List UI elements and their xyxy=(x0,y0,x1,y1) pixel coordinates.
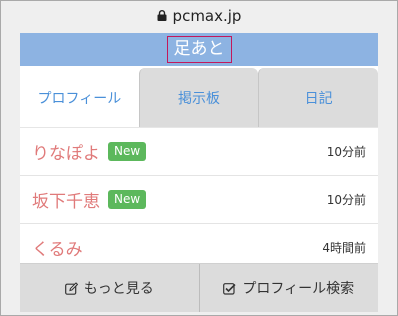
checkbox-icon xyxy=(223,282,236,295)
page-title: 足あと xyxy=(166,36,232,63)
list-item[interactable]: りなぽよ New 10分前 xyxy=(20,128,378,176)
visit-time: 4時間前 xyxy=(322,241,366,255)
tab-bulletin-board[interactable]: 掲示板 xyxy=(138,68,259,127)
visit-time: 10分前 xyxy=(326,193,366,207)
see-more-label: もっと見る xyxy=(83,281,154,297)
see-more-button[interactable]: もっと見る xyxy=(20,264,199,312)
footprints-panel: 足あと プロフィール 掲示板 日記 りなぽよ New 10分前 坂下千恵 New… xyxy=(20,33,378,312)
new-badge: New xyxy=(108,190,147,209)
address-bar[interactable]: pcmax.jp xyxy=(1,1,397,31)
tab-bar: プロフィール 掲示板 日記 xyxy=(20,66,378,128)
list-item[interactable]: 坂下千恵 New 10分前 xyxy=(20,176,378,224)
footer-actions: もっと見る プロフィール検索 xyxy=(20,263,378,312)
visitor-name[interactable]: くるみ xyxy=(32,235,83,260)
profile-search-label: プロフィール検索 xyxy=(242,281,355,297)
profile-search-button[interactable]: プロフィール検索 xyxy=(198,264,379,312)
visitor-list: りなぽよ New 10分前 坂下千恵 New 10分前 くるみ 4時間前 xyxy=(20,128,378,272)
url-text: pcmax.jp xyxy=(172,7,242,25)
visitor-name[interactable]: 坂下千恵 xyxy=(32,187,100,212)
edit-icon xyxy=(64,281,78,295)
lock-icon xyxy=(157,9,167,21)
new-badge: New xyxy=(108,142,147,161)
visitor-name[interactable]: りなぽよ xyxy=(32,139,100,164)
visit-time: 10分前 xyxy=(326,145,366,159)
title-bar: 足あと xyxy=(20,33,378,66)
tab-diary[interactable]: 日記 xyxy=(258,68,378,127)
tab-profile[interactable]: プロフィール xyxy=(20,68,139,127)
